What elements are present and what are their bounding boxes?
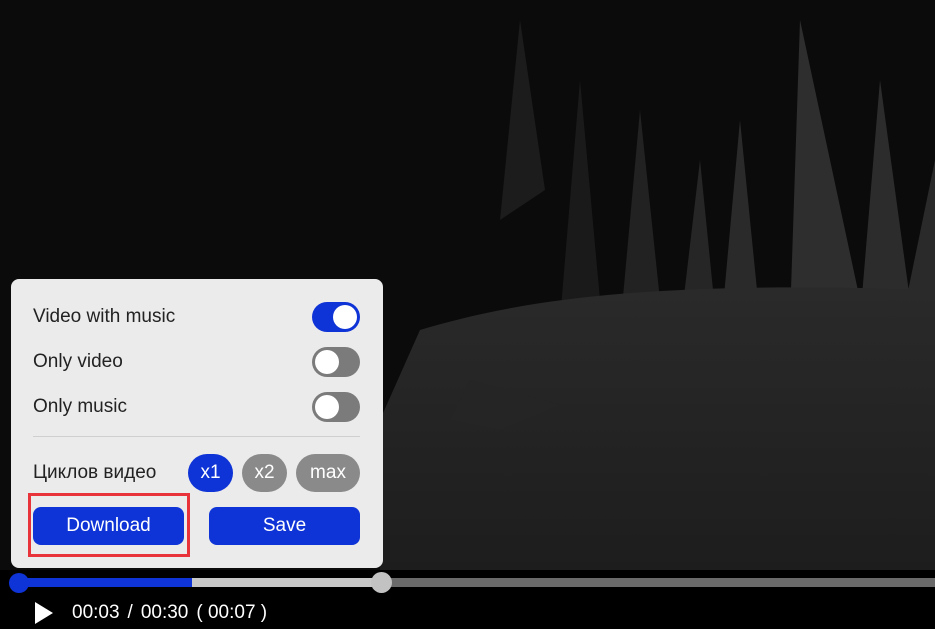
time-separator: / (127, 602, 133, 623)
duration: 00:30 (140, 602, 189, 623)
video-cycles-row: Циклов видео x1 x2 max (33, 454, 360, 492)
cycles-x1-chip[interactable]: x1 (188, 454, 233, 492)
save-button[interactable]: Save (209, 507, 360, 545)
only-music-toggle[interactable] (312, 392, 360, 422)
progress-start-handle[interactable] (9, 573, 29, 593)
option-video-with-music: Video with music (33, 302, 360, 332)
option-label: Only video (33, 351, 123, 372)
player-controls: 00:03 / 00:30 ( 00:07 ) (0, 597, 935, 629)
only-video-toggle[interactable] (312, 347, 360, 377)
option-only-music: Only music (33, 392, 360, 422)
toggle-knob (315, 395, 339, 419)
video-viewport: Video with music Only video Only music Ц… (0, 0, 935, 629)
play-icon[interactable] (35, 602, 53, 624)
progress-track[interactable] (18, 578, 935, 587)
toggle-knob (315, 350, 339, 374)
current-time: 00:03 (72, 602, 120, 623)
download-highlight-box (28, 493, 190, 557)
progress-end-handle[interactable] (371, 572, 392, 593)
video-with-music-toggle[interactable] (312, 302, 360, 332)
cycles-x2-chip[interactable]: x2 (242, 454, 287, 492)
cycles-label: Циклов видео (33, 462, 157, 483)
option-label: Video with music (33, 306, 176, 327)
panel-divider (33, 436, 360, 437)
option-only-video: Only video (33, 347, 360, 377)
toggle-knob (333, 305, 357, 329)
progress-played (18, 578, 192, 587)
option-label: Only music (33, 396, 127, 417)
cycles-max-chip[interactable]: max (296, 454, 360, 492)
clip-length: ( 00:07 ) (196, 602, 268, 623)
